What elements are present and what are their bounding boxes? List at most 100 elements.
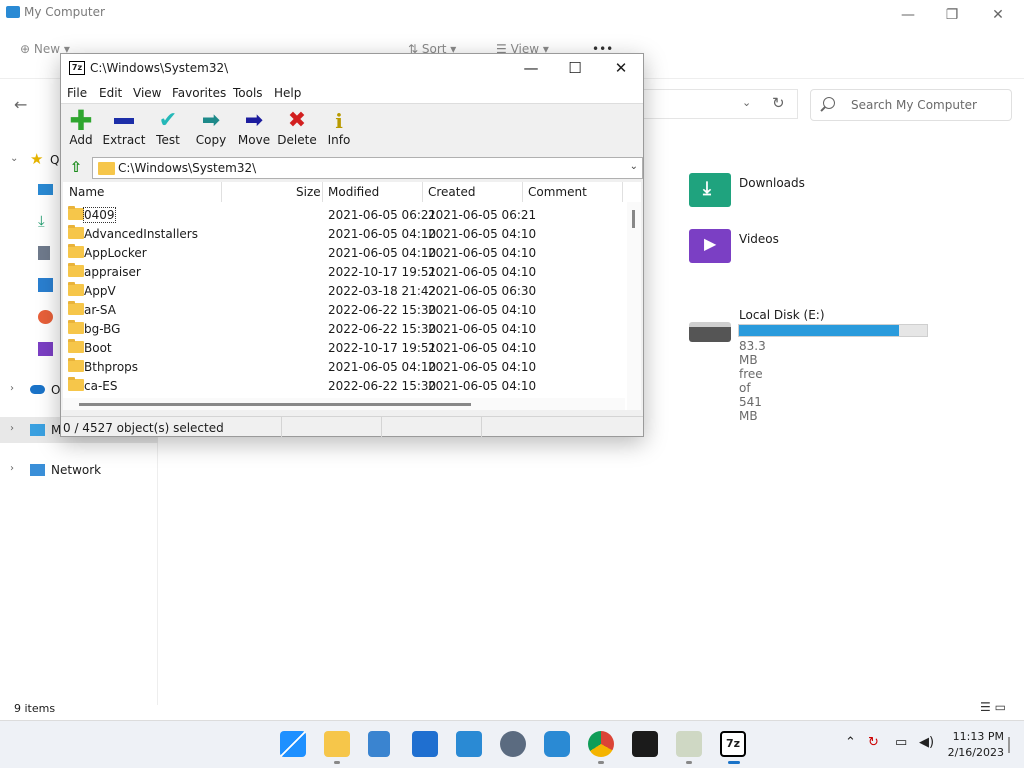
close-button[interactable]: ✕ <box>599 57 643 79</box>
maximize-button[interactable]: ☐ <box>553 57 597 79</box>
arrow-right-icon: ➡ <box>244 108 264 133</box>
monitor-icon[interactable]: ▭ <box>895 735 907 750</box>
delete-button[interactable]: ✖ Delete <box>275 108 319 152</box>
row-created: 2021-06-05 04:10 <box>428 360 537 374</box>
copy-button[interactable]: ➡ Copy <box>189 108 233 152</box>
star-icon: ★ <box>30 150 44 168</box>
network-app-icon[interactable] <box>544 731 570 757</box>
row-modified: 2021-06-05 04:10 <box>328 246 437 260</box>
search-input[interactable]: Search My Computer <box>810 89 1012 121</box>
chevron-up-icon[interactable]: ⌃ <box>845 735 856 750</box>
column-created[interactable]: Created <box>428 185 476 201</box>
details-view-icon[interactable]: ☰ <box>980 700 991 714</box>
menu-file[interactable]: File <box>67 86 87 100</box>
start-icon[interactable] <box>280 731 306 757</box>
scrollbar-thumb[interactable] <box>79 403 471 406</box>
list-header: Name Size Modified Created Comment <box>63 182 641 202</box>
x-icon: ✖ <box>287 108 307 133</box>
table-row[interactable]: AppLocker 2021-06-05 04:10 2021-06-05 04… <box>63 243 625 262</box>
column-separator[interactable] <box>221 182 222 202</box>
minimize-button[interactable]: — <box>886 4 930 26</box>
file-explorer-icon[interactable] <box>324 731 350 757</box>
chrome-icon[interactable] <box>588 731 614 757</box>
minus-icon <box>112 110 136 132</box>
table-row[interactable]: Boot 2022-10-17 19:51 2021-06-05 04:10 <box>63 338 625 357</box>
menu-help[interactable]: Help <box>274 86 301 100</box>
disk-usage-bar <box>738 324 928 337</box>
column-separator[interactable] <box>622 182 623 202</box>
table-row[interactable]: AppV 2022-03-18 21:42 2021-06-05 06:30 <box>63 281 625 300</box>
picture-icon <box>38 278 53 292</box>
horizontal-scrollbar[interactable] <box>63 398 625 410</box>
folder-icon <box>68 225 84 239</box>
sevenzip-icon[interactable]: 7z <box>720 731 746 757</box>
minimize-button[interactable]: — <box>509 57 553 79</box>
menu-favorites[interactable]: Favorites <box>172 86 226 100</box>
column-size[interactable]: Size <box>296 185 321 201</box>
table-row[interactable]: 0409 2021-06-05 06:21 2021-06-05 06:21 <box>63 205 625 224</box>
vertical-scrollbar[interactable] <box>627 202 641 410</box>
row-name: ca-ES <box>84 379 118 393</box>
terminal-icon[interactable] <box>632 731 658 757</box>
settings-icon[interactable] <box>500 731 526 757</box>
sevenzip-toolbar: ✚ Add Extract ✔ Test ➡ Copy ➡ Move ✖ Del… <box>61 105 643 155</box>
menu-edit[interactable]: Edit <box>99 86 122 100</box>
file-list: Name Size Modified Created Comment 0409 … <box>63 182 641 410</box>
scrollbar-thumb[interactable] <box>632 210 635 228</box>
chevron-right-icon[interactable]: › <box>10 463 14 474</box>
table-row[interactable]: ca-ES 2022-06-22 15:30 2021-06-05 04:10 <box>63 376 625 395</box>
notepad-icon[interactable] <box>368 731 390 757</box>
control-panel-icon[interactable] <box>676 731 702 757</box>
column-separator[interactable] <box>522 182 523 202</box>
folder-icon <box>68 301 84 315</box>
volume-icon[interactable]: ◀) <box>919 735 934 750</box>
chevron-right-icon[interactable]: › <box>10 423 14 434</box>
chevron-down-icon[interactable]: ⌄ <box>630 161 638 172</box>
show-desktop-button[interactable] <box>1008 737 1010 753</box>
column-separator[interactable] <box>322 182 323 202</box>
back-arrow-icon[interactable]: ← <box>14 95 27 114</box>
table-row[interactable]: Bthprops 2021-06-05 04:10 2021-06-05 04:… <box>63 357 625 376</box>
table-row[interactable]: bg-BG 2022-06-22 15:30 2021-06-05 04:10 <box>63 319 625 338</box>
clock[interactable]: 11:13 PM 2/16/2023 <box>938 729 1004 761</box>
table-row[interactable]: AdvancedInstallers 2021-06-05 04:10 2021… <box>63 224 625 243</box>
folder-up-icon[interactable]: ⇧ <box>65 158 87 178</box>
menu-tools[interactable]: Tools <box>233 86 263 100</box>
column-comment[interactable]: Comment <box>528 185 587 201</box>
close-button[interactable]: ✕ <box>976 4 1020 26</box>
taskbar: 7z ⌃ ↻ ▭ ◀) 11:13 PM 2/16/2023 <box>0 720 1024 768</box>
update-icon[interactable]: ↻ <box>868 735 879 750</box>
row-created: 2021-06-05 06:30 <box>428 284 537 298</box>
path-input[interactable]: C:\Windows\System32\ ⌄ <box>92 157 643 179</box>
chevron-down-icon[interactable]: ⌄ <box>742 96 751 109</box>
refresh-icon[interactable]: ↻ <box>772 94 785 112</box>
add-button[interactable]: ✚ Add <box>59 107 103 152</box>
extract-button[interactable]: Extract <box>102 108 146 152</box>
move-button[interactable]: ➡ Move <box>232 108 276 152</box>
info-button[interactable]: i Info <box>317 108 361 152</box>
maximize-button[interactable]: ❐ <box>930 4 974 26</box>
menu-view[interactable]: View <box>133 86 161 100</box>
document-icon <box>38 246 50 260</box>
chevron-right-icon[interactable]: › <box>10 383 14 394</box>
photos-icon[interactable] <box>456 731 482 757</box>
tiles-view-icon[interactable]: ▭ <box>995 700 1006 714</box>
row-name: ar-SA <box>84 303 116 317</box>
folder-icon <box>68 263 84 277</box>
info-label: Info <box>327 133 351 147</box>
sidebar-item-network[interactable]: › Network <box>0 457 158 483</box>
table-row[interactable]: ar-SA 2022-06-22 15:30 2021-06-05 04:10 <box>63 300 625 319</box>
store-icon[interactable] <box>412 731 438 757</box>
table-row[interactable]: appraiser 2022-10-17 19:51 2021-06-05 04… <box>63 262 625 281</box>
column-separator[interactable] <box>422 182 423 202</box>
folder-icon <box>68 282 84 296</box>
chevron-down-icon[interactable]: ⌄ <box>10 153 18 164</box>
explorer-title: My Computer <box>24 5 105 19</box>
monitor-icon <box>30 424 45 436</box>
folder-icon <box>68 206 84 220</box>
test-button[interactable]: ✔ Test <box>146 108 190 152</box>
view-toggle[interactable]: ☰ ▭ <box>980 700 1006 714</box>
row-name: 0409 <box>83 207 116 223</box>
column-name[interactable]: Name <box>69 185 104 201</box>
column-modified[interactable]: Modified <box>328 185 379 201</box>
